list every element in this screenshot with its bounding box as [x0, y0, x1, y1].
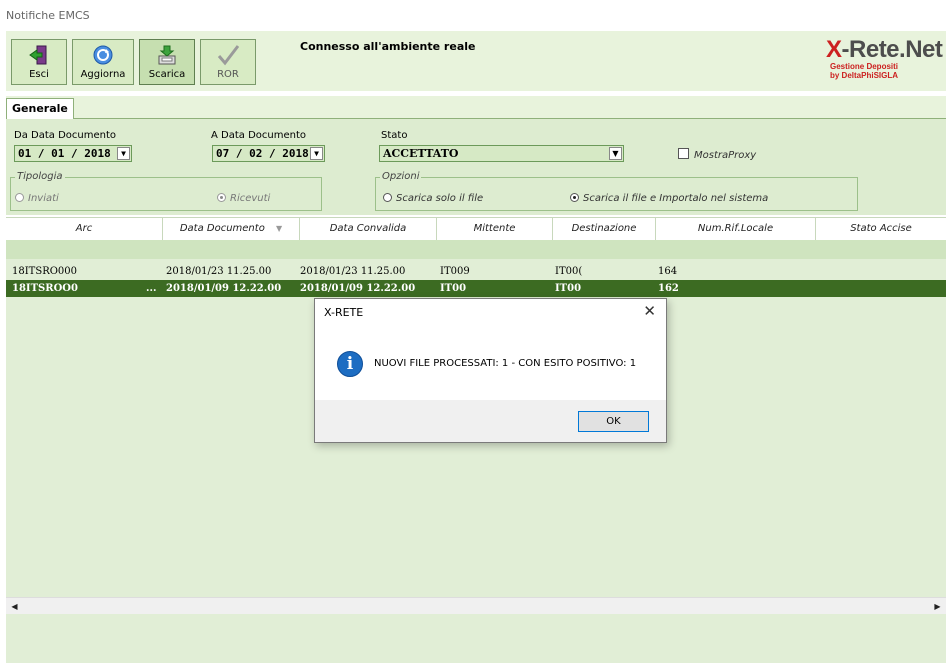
radio-scarica-solo-file[interactable]: Scarica solo il file: [383, 193, 483, 204]
table-row[interactable]: 18ITSRO000 2018/01/23 11.25.00 2018/01/2…: [6, 263, 946, 280]
status-select[interactable]: ACCETTATO ▼: [379, 145, 624, 162]
column-header-data-convalida[interactable]: Data Convalida: [300, 218, 437, 240]
close-icon[interactable]: ✕: [643, 302, 656, 320]
dialog-footer: OK: [315, 400, 666, 442]
radio-scarica-solo-file-label: Scarica solo il file: [396, 193, 484, 204]
grid-filter-row[interactable]: [6, 240, 946, 259]
chevron-down-icon[interactable]: ▼: [609, 147, 622, 160]
toolbar: Esci Aggiorna Scarica ROR: [6, 31, 946, 91]
radio-circle[interactable]: [15, 193, 24, 202]
tab-bar: [6, 96, 946, 119]
window-title: Notifiche EMCS: [6, 9, 90, 22]
mostra-proxy-checkbox[interactable]: MostraProxy: [678, 148, 756, 161]
exit-door-icon: [29, 45, 47, 65]
radio-scarica-importa[interactable]: Scarica il file e Importalo nel sistema: [570, 193, 768, 204]
column-header-num-rif-locale[interactable]: Num.Rif.Locale: [656, 218, 816, 240]
cell-num-rif-locale: 162: [658, 283, 679, 294]
info-icon: i: [337, 351, 363, 377]
table-row-selected[interactable]: 18ITSROO0 ... 2018/01/09 12.22.00 2018/0…: [6, 280, 946, 297]
to-date-picker[interactable]: 07 / 02 / 2018 ▼: [212, 145, 325, 162]
cell-destinazione: IT00: [555, 283, 582, 294]
cell-data-documento: 2018/01/23 11.25.00: [166, 266, 272, 277]
cell-arc-ellipsis: ...: [146, 283, 157, 294]
tipologia-group: Tipologia Inviati Ricevuti: [10, 171, 322, 211]
footer-panel: [6, 614, 946, 663]
status-value: ACCETTATO: [383, 147, 459, 160]
column-header-mittente[interactable]: Mittente: [437, 218, 553, 240]
cell-data-documento: 2018/01/09 12.22.00: [166, 283, 282, 294]
from-date-picker[interactable]: 01 / 01 / 2018 ▼: [14, 145, 132, 162]
tipologia-title: Tipologia: [15, 171, 65, 182]
logo-line-1: Gestione Depositi: [830, 62, 899, 71]
exit-button[interactable]: Esci: [11, 39, 67, 85]
ror-button[interactable]: ROR: [200, 39, 256, 85]
exit-button-label: Esci: [29, 69, 49, 80]
logo-line-2: by DeltaPhiSIGLA: [830, 71, 899, 80]
radio-circle[interactable]: [383, 193, 392, 202]
column-header-data-documento[interactable]: Data Documento ▼: [163, 218, 300, 240]
logo-name: -Rete.Net: [841, 36, 943, 63]
refresh-button[interactable]: Aggiorna: [72, 39, 134, 85]
chevron-down-icon[interactable]: ▼: [310, 147, 323, 160]
cell-data-convalida: 2018/01/23 11.25.00: [300, 266, 406, 277]
status-label: Stato: [381, 130, 408, 141]
to-date-label: A Data Documento: [211, 130, 306, 141]
message-dialog: X-RETE ✕ i NUOVI FILE PROCESSATI: 1 - CO…: [314, 298, 667, 443]
checkmark-icon: [217, 45, 239, 66]
cell-arc: 18ITSROO0: [12, 283, 78, 294]
download-tray-icon: [158, 45, 176, 65]
radio-inviati-label: Inviati: [28, 193, 59, 204]
redacted-area: [79, 263, 145, 280]
cell-destinazione: IT00(: [555, 266, 583, 277]
column-header-destinazione[interactable]: Destinazione: [553, 218, 656, 240]
radio-circle[interactable]: [217, 193, 226, 202]
app-logo: X-Rete.Net Gestione Depositi by DeltaPhi…: [826, 36, 946, 81]
logo-x: X: [826, 36, 842, 63]
radio-circle[interactable]: [570, 193, 579, 202]
download-button-label: Scarica: [148, 69, 186, 80]
radio-ricevuti-label: Ricevuti: [230, 193, 271, 204]
ror-button-label: ROR: [217, 69, 239, 80]
opzioni-title: Opzioni: [380, 171, 422, 182]
cell-mittente: IT009: [440, 266, 470, 277]
from-date-label: Da Data Documento: [14, 130, 116, 141]
opzioni-group: Opzioni Scarica solo il file Scarica il …: [375, 171, 858, 211]
refresh-icon: [93, 45, 113, 65]
scroll-left-icon[interactable]: ◀: [6, 598, 23, 615]
cell-num-rif-locale: 164: [658, 266, 678, 277]
cell-mittente: IT00: [440, 283, 467, 294]
to-date-value: 07 / 02 / 2018: [216, 147, 309, 160]
radio-scarica-importa-label: Scarica il file e Importalo nel sistema: [583, 193, 769, 204]
column-header-arc[interactable]: Arc: [6, 218, 163, 240]
mostra-proxy-label: MostraProxy: [694, 150, 757, 161]
radio-ricevuti[interactable]: Ricevuti: [217, 193, 270, 204]
connection-status: Connesso all'ambiente reale: [300, 40, 476, 53]
download-button[interactable]: Scarica: [139, 39, 195, 85]
sort-desc-icon: ▼: [276, 224, 283, 233]
radio-inviati[interactable]: Inviati: [15, 193, 59, 204]
scroll-right-icon[interactable]: ▶: [929, 598, 946, 615]
ok-button[interactable]: OK: [578, 411, 649, 432]
dialog-title: X-RETE: [324, 306, 364, 319]
dialog-message: NUOVI FILE PROCESSATI: 1 - CON ESITO POS…: [374, 358, 637, 369]
tab-generale[interactable]: Generale: [6, 98, 74, 120]
filter-panel: Da Data Documento 01 / 01 / 2018 ▼ A Dat…: [6, 119, 946, 215]
chevron-down-icon[interactable]: ▼: [117, 147, 130, 160]
horizontal-scrollbar[interactable]: ◀ ▶: [6, 597, 946, 615]
column-header-data-documento-label: Data Documento: [179, 223, 265, 234]
cell-data-convalida: 2018/01/09 12.22.00: [300, 283, 416, 294]
grid-header: Arc Data Documento ▼ Data Convalida Mitt…: [6, 217, 946, 241]
checkbox-box[interactable]: [678, 148, 689, 159]
column-header-stato-accise[interactable]: Stato Accise: [816, 218, 946, 240]
from-date-value: 01 / 01 / 2018: [18, 147, 111, 160]
refresh-button-label: Aggiorna: [80, 69, 126, 80]
